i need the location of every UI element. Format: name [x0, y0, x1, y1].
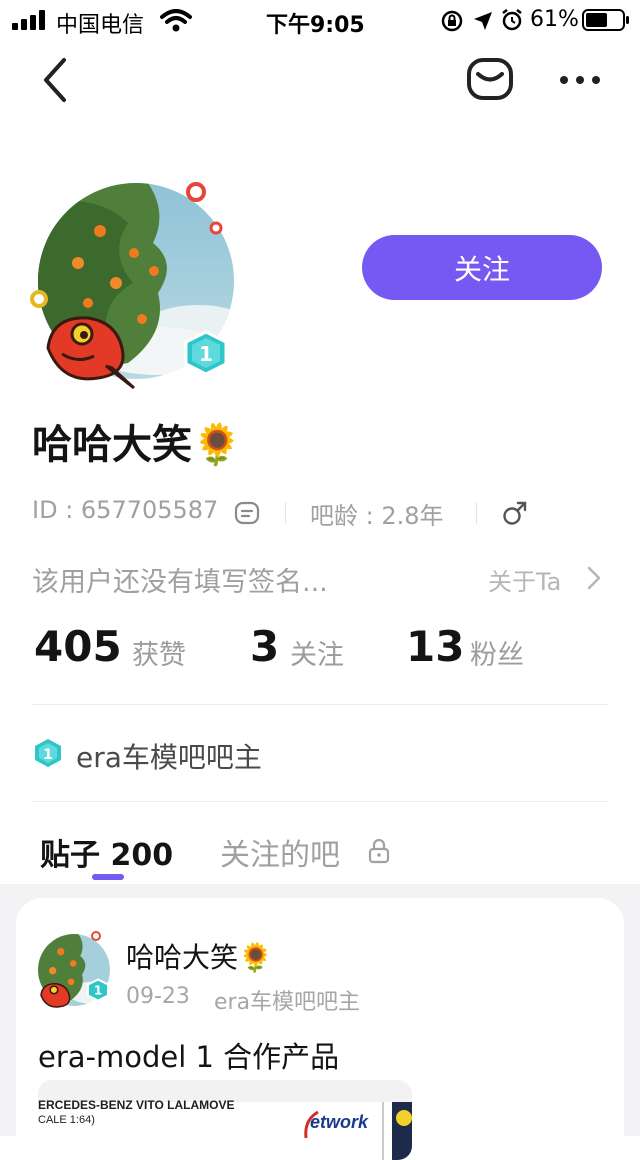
follow-button[interactable]: 关注 — [362, 235, 602, 300]
back-chevron-icon[interactable] — [40, 56, 70, 104]
divider — [32, 704, 608, 705]
user-name: 哈哈大笑🌻 — [32, 422, 242, 468]
lock-icon — [368, 838, 390, 864]
decor-ring-yellow-icon — [30, 290, 48, 308]
post-image-scale: CALE 1:64) — [38, 1114, 95, 1126]
signal-icon — [12, 10, 45, 30]
fans-count[interactable]: 13 — [406, 622, 464, 671]
chevron-right-icon[interactable] — [586, 565, 602, 591]
location-icon — [474, 12, 492, 30]
post-forum-title: era车模吧吧主 — [214, 990, 361, 1015]
post-level-number: 1 — [94, 984, 102, 998]
battery-icon — [582, 9, 629, 31]
fans-label[interactable]: 粉丝 — [470, 633, 524, 672]
post-image[interactable]: ERCEDES-BENZ VITO LALAMOVE CALE 1:64) et… — [38, 1080, 412, 1160]
about-ta-link[interactable]: 关于Ta — [488, 562, 561, 597]
meta-separator — [285, 502, 286, 524]
moderator-title[interactable]: era车模吧吧主 — [76, 736, 262, 776]
koi-fish-icon — [46, 316, 136, 390]
post-date: 09-23 — [126, 984, 190, 1009]
nav-bar — [0, 40, 640, 124]
post-image-divider — [382, 1102, 384, 1160]
decor-ring-icon — [91, 931, 101, 941]
battery-percent: 61% — [530, 7, 579, 32]
likes-label: 获赞 — [132, 640, 186, 671]
post-image-sticker-dot — [396, 1110, 412, 1126]
wifi-icon — [160, 9, 192, 32]
decor-ring-icon — [186, 182, 206, 202]
carrier-label: 中国电信 — [56, 13, 145, 38]
tab-posts[interactable]: 贴子 200 — [40, 830, 173, 874]
level-badge-icon: 1 — [184, 330, 228, 376]
forum-age: 吧龄 : 2.8年 — [310, 502, 444, 530]
decor-ring-small-icon — [209, 221, 223, 235]
copy-id-icon[interactable] — [234, 501, 260, 525]
likes-count: 405 — [34, 622, 122, 671]
koi-fish-icon — [40, 983, 71, 1008]
tab-indicator — [92, 874, 124, 880]
moderator-badge-number: 1 — [43, 747, 53, 763]
level-badge-icon: 1 — [87, 978, 109, 1002]
message-envelope-icon[interactable] — [466, 57, 514, 101]
meta-separator — [476, 502, 477, 524]
level-badge-number: 1 — [199, 342, 213, 366]
signature-text: 该用户还没有填写签名... — [32, 567, 328, 598]
more-icon[interactable] — [558, 74, 602, 86]
following-label[interactable]: 关注 — [290, 633, 344, 672]
divider — [32, 801, 608, 802]
clock: 下午9:05 — [266, 13, 365, 38]
rotation-lock-icon — [441, 10, 463, 32]
user-id: ID : 657705587 — [32, 496, 219, 524]
status-bar: 中国电信 下午9:05 61% — [0, 0, 640, 40]
alarm-icon — [502, 9, 522, 31]
post-title[interactable]: era-model 1 合作产品 — [38, 1034, 339, 1076]
following-count[interactable]: 3 — [250, 622, 279, 671]
tab-followed-forums[interactable]: 关注的吧 — [220, 830, 340, 874]
male-gender-icon — [503, 501, 527, 525]
post-image-text: ERCEDES-BENZ VITO LALAMOVE — [38, 1098, 235, 1112]
post-author[interactable]: 哈哈大笑🌻 — [126, 936, 273, 976]
moderator-badge-icon: 1 — [35, 739, 61, 767]
